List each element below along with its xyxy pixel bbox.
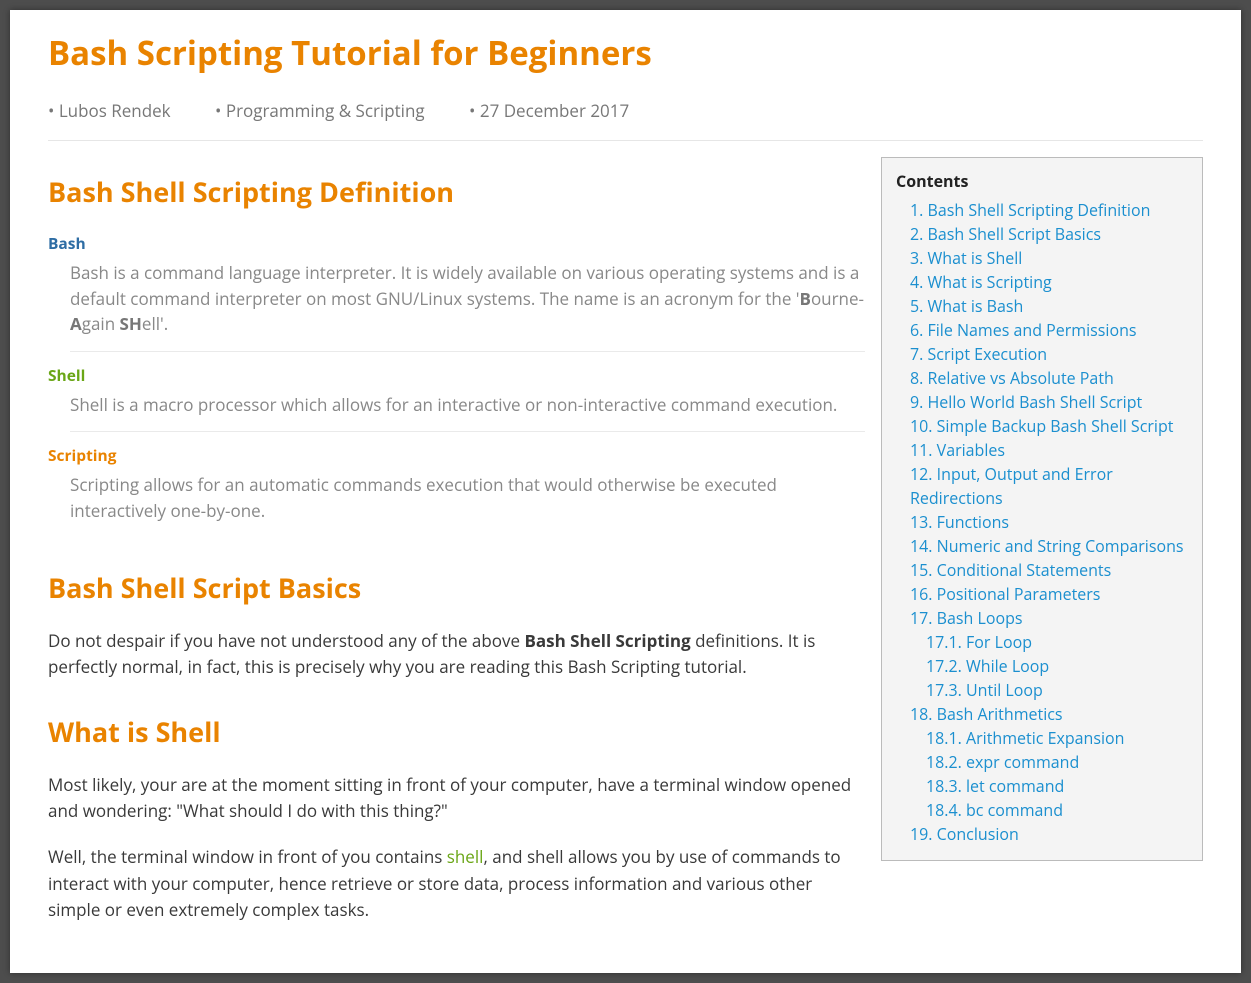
meta-date: • 27 December 2017 <box>469 99 649 122</box>
toc-list: 1. Bash Shell Scripting Definition2. Bas… <box>896 198 1188 846</box>
basics-pre: Do not despair if you have not understoo… <box>48 629 524 652</box>
def-term-bash: Bash <box>48 232 865 254</box>
meta-category: • Programming & Scripting <box>215 99 445 122</box>
toc-link[interactable]: 12. Input, Output and Error Redirections <box>896 462 1188 510</box>
toc-link[interactable]: 18.4. bc command <box>896 798 1188 822</box>
def-text-shell: Shell is a macro processor which allows … <box>70 392 865 433</box>
toc-link[interactable]: 17.2. While Loop <box>896 654 1188 678</box>
def-bash-m2: gain <box>82 312 120 335</box>
basics-bold: Bash Shell Scripting <box>524 629 690 652</box>
toc-link[interactable]: 19. Conclusion <box>896 822 1188 846</box>
heading-basics: Bash Shell Script Basics <box>48 569 865 606</box>
article-meta: • Lubos Rendek • Programming & Scripting… <box>48 99 1203 122</box>
toc-link[interactable]: 18.3. let command <box>896 774 1188 798</box>
meta-author: • Lubos Rendek <box>48 99 191 122</box>
toc-link[interactable]: 18.2. expr command <box>896 750 1188 774</box>
toc-link[interactable]: 13. Functions <box>896 510 1188 534</box>
toc-link[interactable]: 17.3. Until Loop <box>896 678 1188 702</box>
toc-link[interactable]: 11. Variables <box>896 438 1188 462</box>
toc-link[interactable]: 4. What is Scripting <box>896 270 1188 294</box>
toc-link[interactable]: 18.1. Arithmetic Expansion <box>896 726 1188 750</box>
meta-author-text: Lubos Rendek <box>59 99 171 122</box>
def-bash-pre: Bash is a command language interpreter. … <box>70 261 859 310</box>
toc-link[interactable]: 7. Script Execution <box>896 342 1188 366</box>
toc-link[interactable]: 17. Bash Loops <box>896 606 1188 630</box>
toc-title: Contents <box>896 170 1188 192</box>
toc-link[interactable]: 9. Hello World Bash Shell Script <box>896 390 1188 414</box>
toc-link[interactable]: 3. What is Shell <box>896 246 1188 270</box>
def-bash-b1: B <box>800 287 811 310</box>
toc-link[interactable]: 2. Bash Shell Script Basics <box>896 222 1188 246</box>
definition-list: Bash Bash is a command language interpre… <box>48 232 865 537</box>
meta-date-text: 27 December 2017 <box>480 99 629 122</box>
toc-link[interactable]: 10. Simple Backup Bash Shell Script <box>896 414 1188 438</box>
toc-link[interactable]: 14. Numeric and String Comparisons <box>896 534 1188 558</box>
toc-link[interactable]: 16. Positional Parameters <box>896 582 1188 606</box>
shell-p2-pre: Well, the terminal window in front of yo… <box>48 845 447 868</box>
basics-paragraph: Do not despair if you have not understoo… <box>48 628 865 681</box>
shell-link[interactable]: shell <box>447 845 484 868</box>
def-bash-b3: SH <box>120 312 142 335</box>
def-bash-m1: ourne- <box>811 287 864 310</box>
article-body: Bash Shell Scripting Definition Bash Bas… <box>48 141 881 943</box>
def-text-bash: Bash is a command language interpreter. … <box>70 260 865 352</box>
def-text-scripting: Scripting allows for an automatic comman… <box>70 472 865 537</box>
page-title: Bash Scripting Tutorial for Beginners <box>48 30 1203 75</box>
shell-paragraph-1: Most likely, your are at the moment sitt… <box>48 772 865 825</box>
def-term-shell: Shell <box>48 364 865 386</box>
toc-link[interactable]: 6. File Names and Permissions <box>896 318 1188 342</box>
shell-paragraph-2: Well, the terminal window in front of yo… <box>48 844 865 923</box>
meta-category-text: Programming & Scripting <box>226 99 425 122</box>
toc-link[interactable]: 8. Relative vs Absolute Path <box>896 366 1188 390</box>
heading-definition: Bash Shell Scripting Definition <box>48 173 865 210</box>
def-bash-tail: ell'. <box>142 312 168 335</box>
toc-link[interactable]: 15. Conditional Statements <box>896 558 1188 582</box>
toc-panel: Contents 1. Bash Shell Scripting Definit… <box>881 157 1203 861</box>
page: Bash Scripting Tutorial for Beginners • … <box>10 10 1241 973</box>
toc-link[interactable]: 18. Bash Arithmetics <box>896 702 1188 726</box>
def-term-scripting: Scripting <box>48 444 865 466</box>
heading-what-is-shell: What is Shell <box>48 713 865 750</box>
toc-link[interactable]: 17.1. For Loop <box>896 630 1188 654</box>
def-bash-b2: A <box>70 312 82 335</box>
toc-link[interactable]: 1. Bash Shell Scripting Definition <box>896 198 1188 222</box>
toc-link[interactable]: 5. What is Bash <box>896 294 1188 318</box>
